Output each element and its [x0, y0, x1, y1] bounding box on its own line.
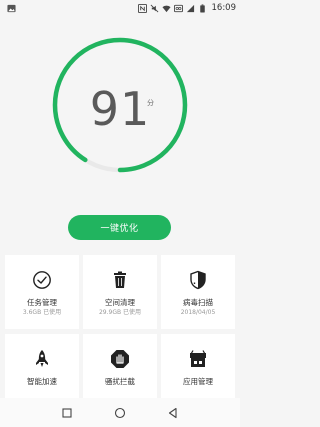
score-unit: 分 [147, 99, 154, 107]
tool-label: 病毒扫描 [183, 298, 213, 307]
tool-card-smart-boost[interactable]: 智能加速 [5, 334, 79, 398]
home-icon[interactable] [114, 407, 126, 419]
tool-card-task-manager[interactable]: 任务管理 3.6GB 已使用 [5, 255, 79, 329]
mute-icon [150, 4, 159, 13]
rocket-icon [32, 349, 52, 369]
tool-card-virus-scan[interactable]: 病毒扫描 2018/04/05 [161, 255, 235, 329]
signal-icon [186, 4, 195, 13]
tool-label: 智能加速 [27, 377, 57, 386]
tool-sub: 2018/04/05 [180, 309, 216, 316]
tool-sub: 29.9GB 已使用 [98, 309, 142, 316]
navigation-bar [0, 398, 240, 427]
sim-icon [173, 4, 183, 13]
phone-screen: 16:09 91 分 一键优化 任务管理 3.6GB 已使用 空间清理 29.9… [0, 0, 240, 427]
tool-card-harassment-block[interactable]: 骚扰拦截 [83, 334, 157, 398]
wifi-icon [161, 4, 171, 13]
back-icon[interactable] [167, 407, 179, 419]
check-circle-icon [32, 270, 52, 290]
recent-apps-icon[interactable] [61, 407, 73, 419]
tool-label: 空间清理 [105, 298, 135, 307]
trash-icon [110, 270, 130, 290]
stop-hand-icon [110, 349, 130, 369]
optimize-button[interactable]: 一键优化 [68, 215, 171, 240]
tool-label: 任务管理 [27, 298, 57, 307]
tool-card-app-manager[interactable]: 应用管理 [161, 334, 235, 398]
image-icon [7, 4, 16, 13]
app-manager-icon [188, 349, 208, 369]
tool-sub: 3.6GB 已使用 [22, 309, 62, 316]
nfc-icon [137, 3, 147, 13]
tool-card-space-cleanup[interactable]: 空间清理 29.9GB 已使用 [83, 255, 157, 329]
tool-label: 应用管理 [183, 377, 213, 386]
shield-icon [188, 270, 208, 290]
score-value: 91 [89, 82, 151, 136]
status-bar: 16:09 [0, 0, 240, 16]
status-time: 16:09 [211, 3, 237, 13]
tool-label: 骚扰拦截 [105, 377, 135, 386]
battery-icon [198, 3, 207, 13]
